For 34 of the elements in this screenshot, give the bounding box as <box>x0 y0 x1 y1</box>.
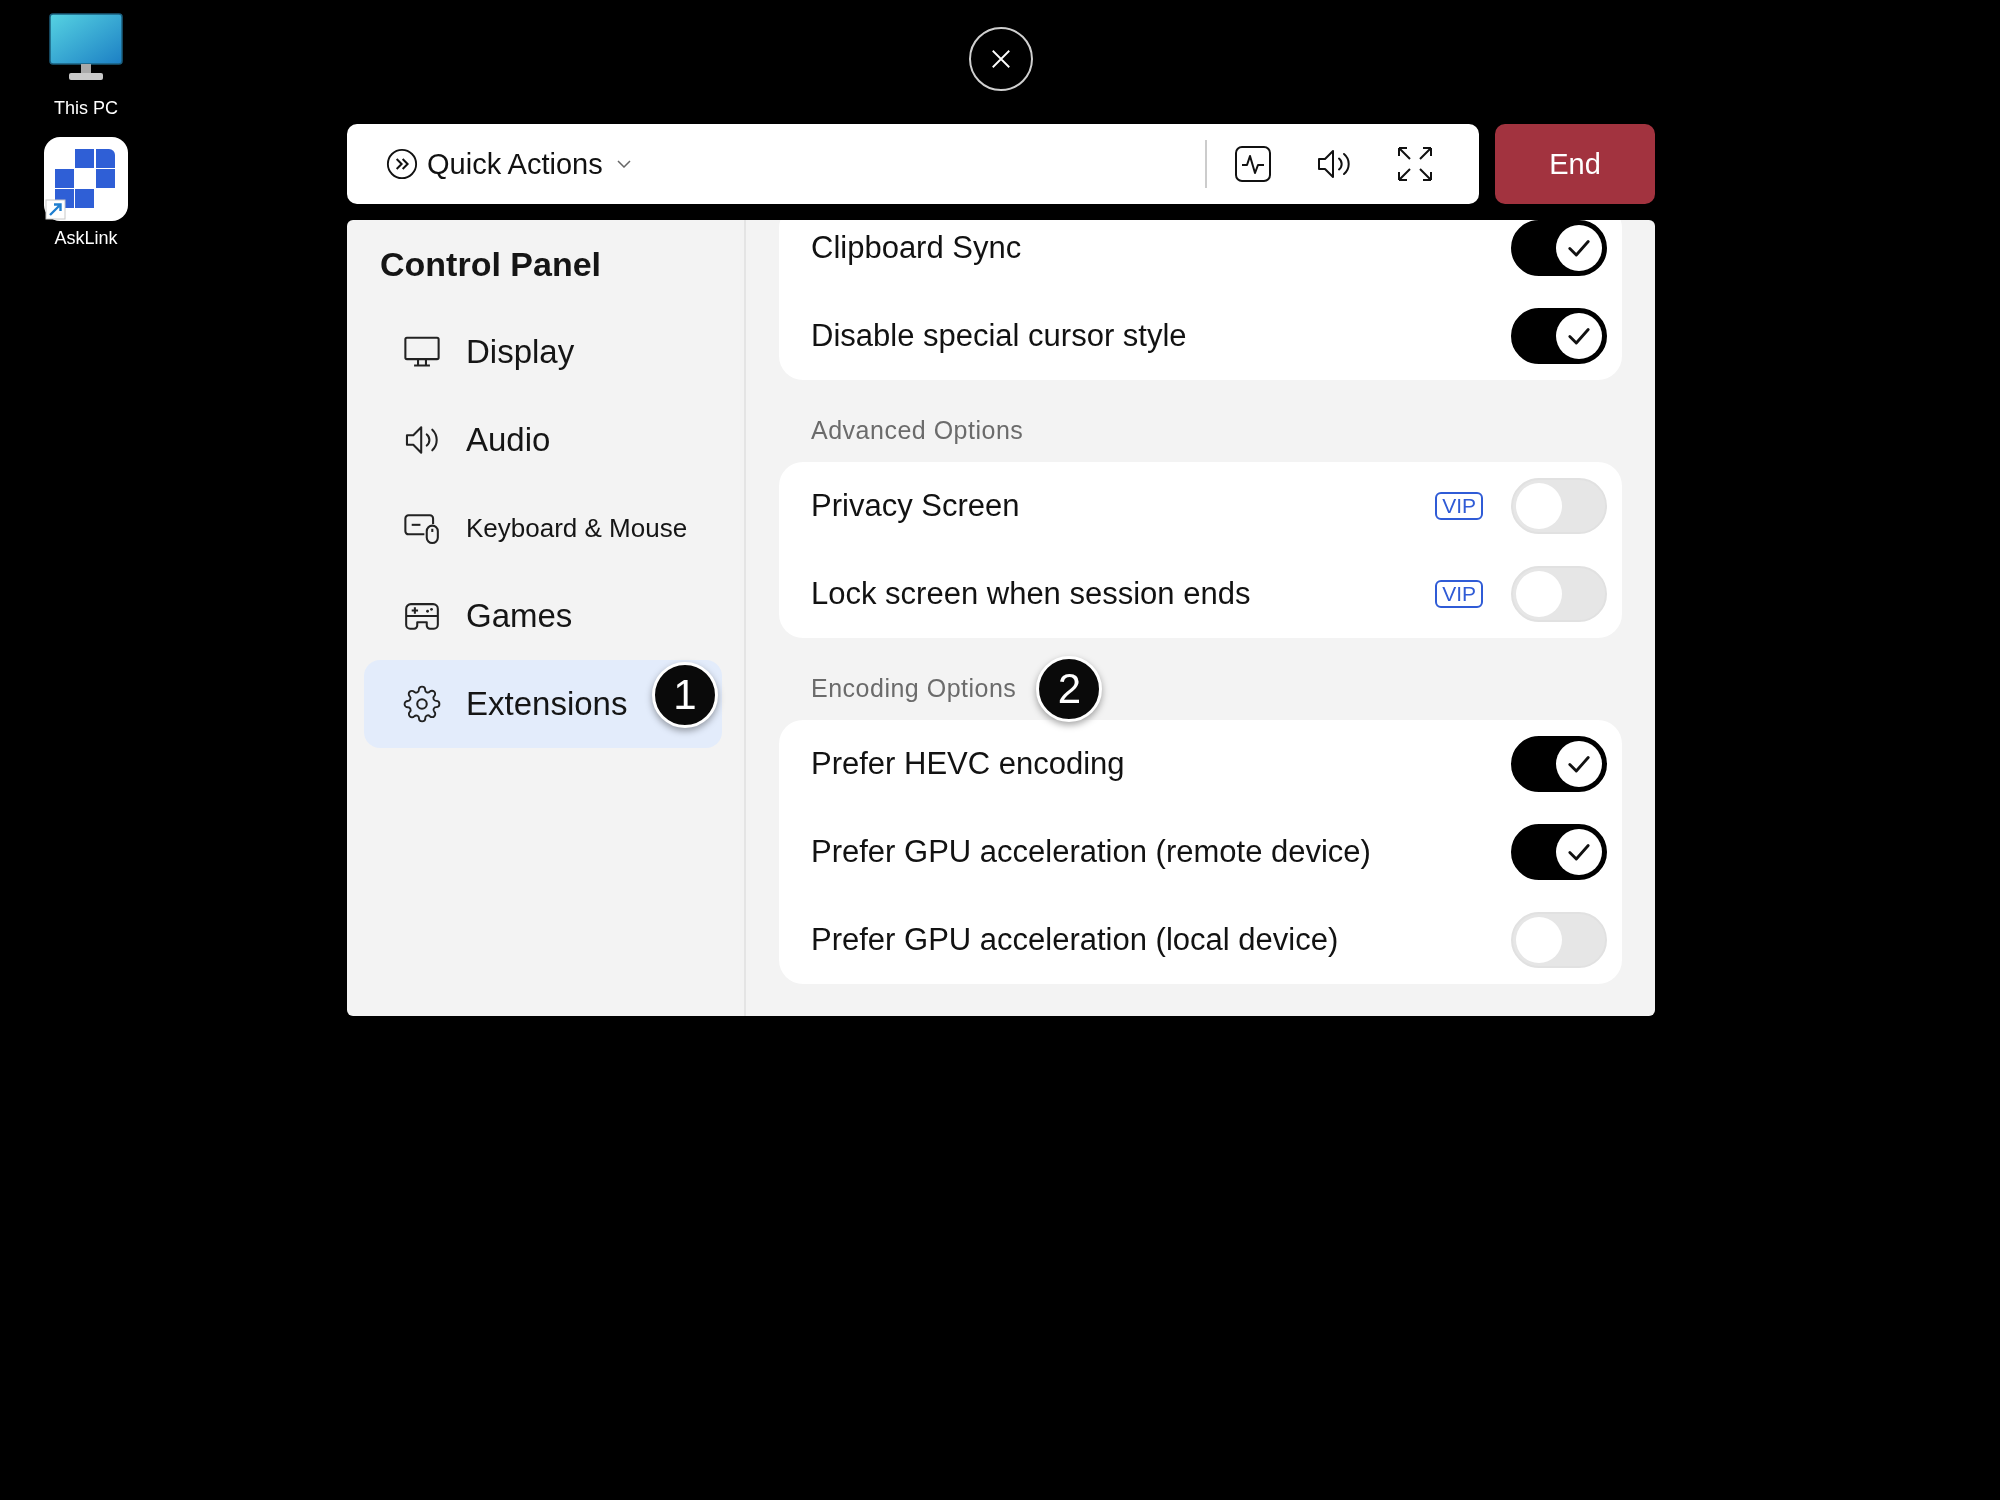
toggle-switch[interactable] <box>1511 220 1607 276</box>
sidebar-title: Control Panel <box>379 244 603 285</box>
desktop-shortcut[interactable]: AskLink <box>44 137 128 249</box>
section-heading: Advanced Options <box>811 415 1024 446</box>
setting-label: Prefer GPU acceleration (remote device) <box>811 834 1372 870</box>
setting-label: Prefer GPU acceleration (local device) <box>811 922 1340 958</box>
chevrons-circle-icon <box>386 148 418 180</box>
desktop-shortcut[interactable]: This PC <box>49 13 123 119</box>
caret-icon <box>616 160 631 168</box>
sidebar-item[interactable]: Audio <box>364 396 722 484</box>
setting-label: Clipboard Sync <box>811 230 1023 266</box>
sidebar-item[interactable]: Games <box>364 572 722 660</box>
sidebar-item[interactable]: Display <box>364 308 722 396</box>
toggle-switch[interactable] <box>1511 736 1607 792</box>
vip-tag: VIP <box>1435 492 1483 520</box>
squares-logo-icon <box>44 137 128 221</box>
end-button[interactable]: End <box>1495 124 1655 204</box>
section-heading: Encoding Options <box>811 673 1017 704</box>
close-icon <box>990 48 1012 70</box>
setting-label: Disable special cursor style <box>811 318 1188 354</box>
setting-label: Prefer HEVC encoding <box>811 746 1126 782</box>
fullscreen-icon[interactable] <box>1397 146 1433 182</box>
toggle-switch[interactable] <box>1511 308 1607 364</box>
close-button[interactable] <box>969 27 1033 91</box>
toggle-switch[interactable] <box>1511 824 1607 880</box>
monitor-icon <box>49 13 123 81</box>
quick-actions-dropdown[interactable]: Quick Actions <box>386 139 631 189</box>
pulse-icon[interactable] <box>1235 146 1271 182</box>
vip-tag: VIP <box>1435 580 1483 608</box>
gear-icon <box>403 685 441 723</box>
setting-label: Lock screen when session ends <box>811 576 1252 612</box>
sidebar-item[interactable]: Keyboard & Mouse <box>364 484 722 572</box>
step-marker: 2 <box>1036 656 1103 722</box>
setting-label: Privacy Screen <box>811 488 1021 524</box>
